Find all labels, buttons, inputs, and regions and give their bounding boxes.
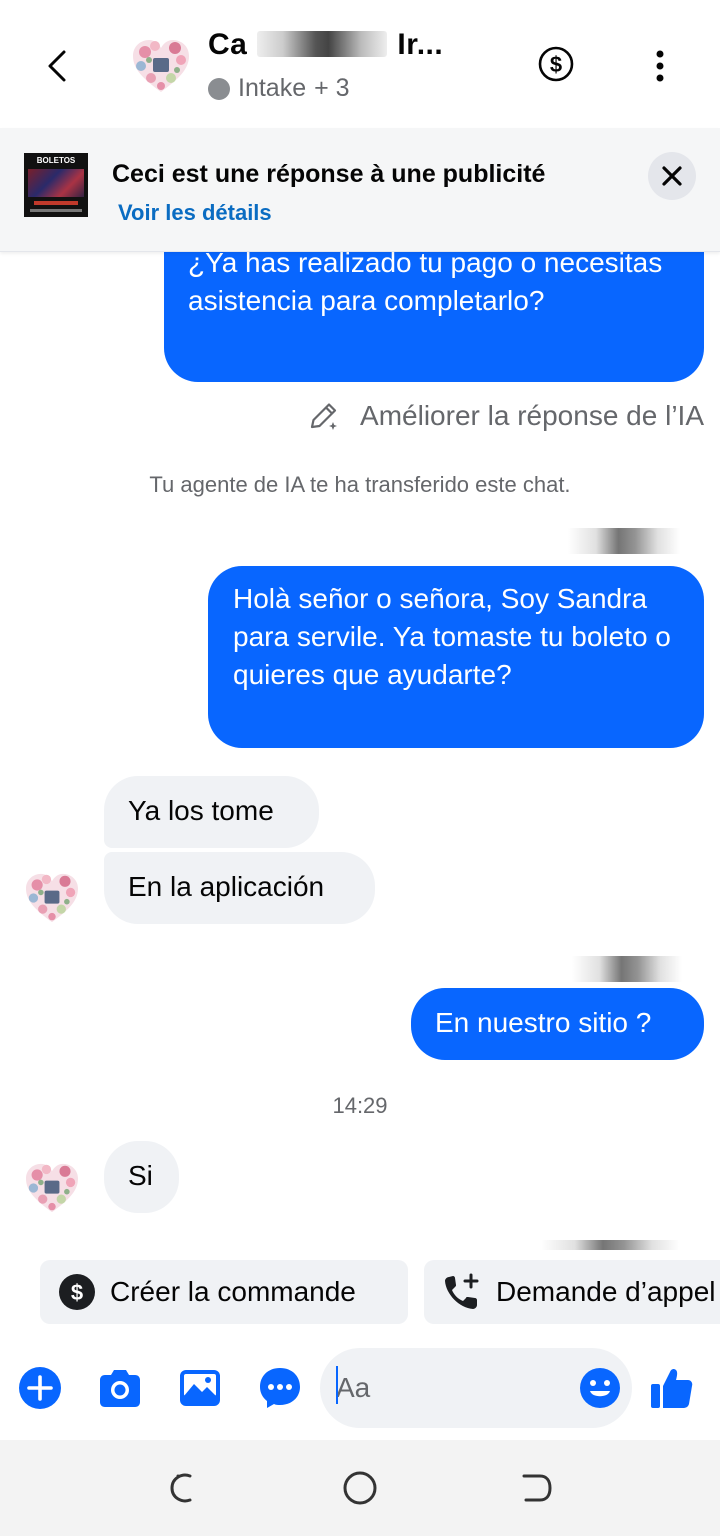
contact-avatar[interactable] [24,872,80,924]
incoming-message[interactable]: Ya los tome [104,776,319,848]
call-request-button[interactable]: Demande d’appel [424,1260,720,1324]
contact-name-end: Ir... [397,28,444,61]
dollar-circle-icon: $ [59,1274,95,1310]
call-request-label: Demande d’appel [496,1276,716,1307]
contact-avatar[interactable] [24,1162,80,1214]
ad-thumbnail-stripe [30,209,82,212]
ad-banner-close-button[interactable] [648,152,696,200]
phone-add-icon [445,1273,479,1309]
contact-name[interactable]: Ca Ir... [208,28,443,62]
improve-ai-response[interactable]: Améliorer la réponse de l’IA [306,398,704,434]
add-icon[interactable] [16,1364,64,1412]
image-icon[interactable] [176,1364,224,1412]
create-order-button[interactable]: $ Créer la commande [40,1260,408,1324]
emoji-icon[interactable] [578,1366,622,1410]
sender-name-redacted [540,1240,680,1250]
sender-name-redacted [572,956,682,982]
outgoing-message[interactable]: En nuestro sitio ? [411,988,704,1060]
outgoing-message[interactable]: Holà señor o señora, Soy Sandra para ser… [208,566,704,748]
message-timestamp: 14:29 [332,1093,388,1118]
chat-bubble-icon[interactable] [256,1364,304,1412]
recent-apps-icon[interactable] [164,1468,204,1508]
edit-sparkle-icon [310,403,338,430]
improve-ai-label: Améliorer la réponse de l’IA [360,400,704,431]
label-count: + 3 [314,74,350,102]
ad-thumbnail[interactable]: BOLETOS [24,153,88,217]
ad-thumbnail-stripe [34,201,78,205]
chat-header: Ca Ir... Intake + 3 $ [0,0,720,128]
contact-name-start: Ca [208,28,248,61]
ad-banner-title: Ceci est une réponse à une publicité [112,160,546,188]
back-arrow-icon[interactable] [38,44,78,88]
contact-avatar[interactable] [130,38,192,94]
create-order-label: Créer la commande [110,1276,356,1307]
dollar-circle-icon[interactable]: $ [536,44,576,84]
svg-text:$: $ [71,1280,83,1305]
ad-thumbnail-art [28,169,84,197]
close-icon [662,166,682,186]
system-navigation-bar [0,1440,720,1536]
thumbs-up-icon[interactable] [648,1364,696,1412]
contact-name-redacted [257,31,388,57]
ad-thumbnail-text: BOLETOS [36,156,76,165]
home-icon[interactable] [340,1468,380,1508]
text-cursor [336,1366,338,1404]
sender-name-redacted [568,528,680,554]
ad-reply-banner[interactable]: BOLETOS Ceci est une réponse à une publi… [0,128,720,252]
camera-icon[interactable] [96,1364,144,1412]
incoming-message[interactable]: En la aplicación [104,852,375,924]
ad-details-link[interactable]: Voir les détails [118,200,272,226]
svg-text:$: $ [550,52,562,77]
more-vertical-icon[interactable] [644,44,676,88]
label-color-dot [208,77,230,100]
label-name: Intake [238,74,307,102]
quick-actions-bar[interactable]: $ Créer la commande Demande d’appel [0,1258,720,1326]
system-message: Tu agente de IA te ha transferido este c… [149,472,571,497]
contact-labels[interactable]: Intake + 3 [208,74,350,103]
system-back-icon[interactable] [516,1468,556,1508]
incoming-message[interactable]: Si [104,1141,179,1213]
